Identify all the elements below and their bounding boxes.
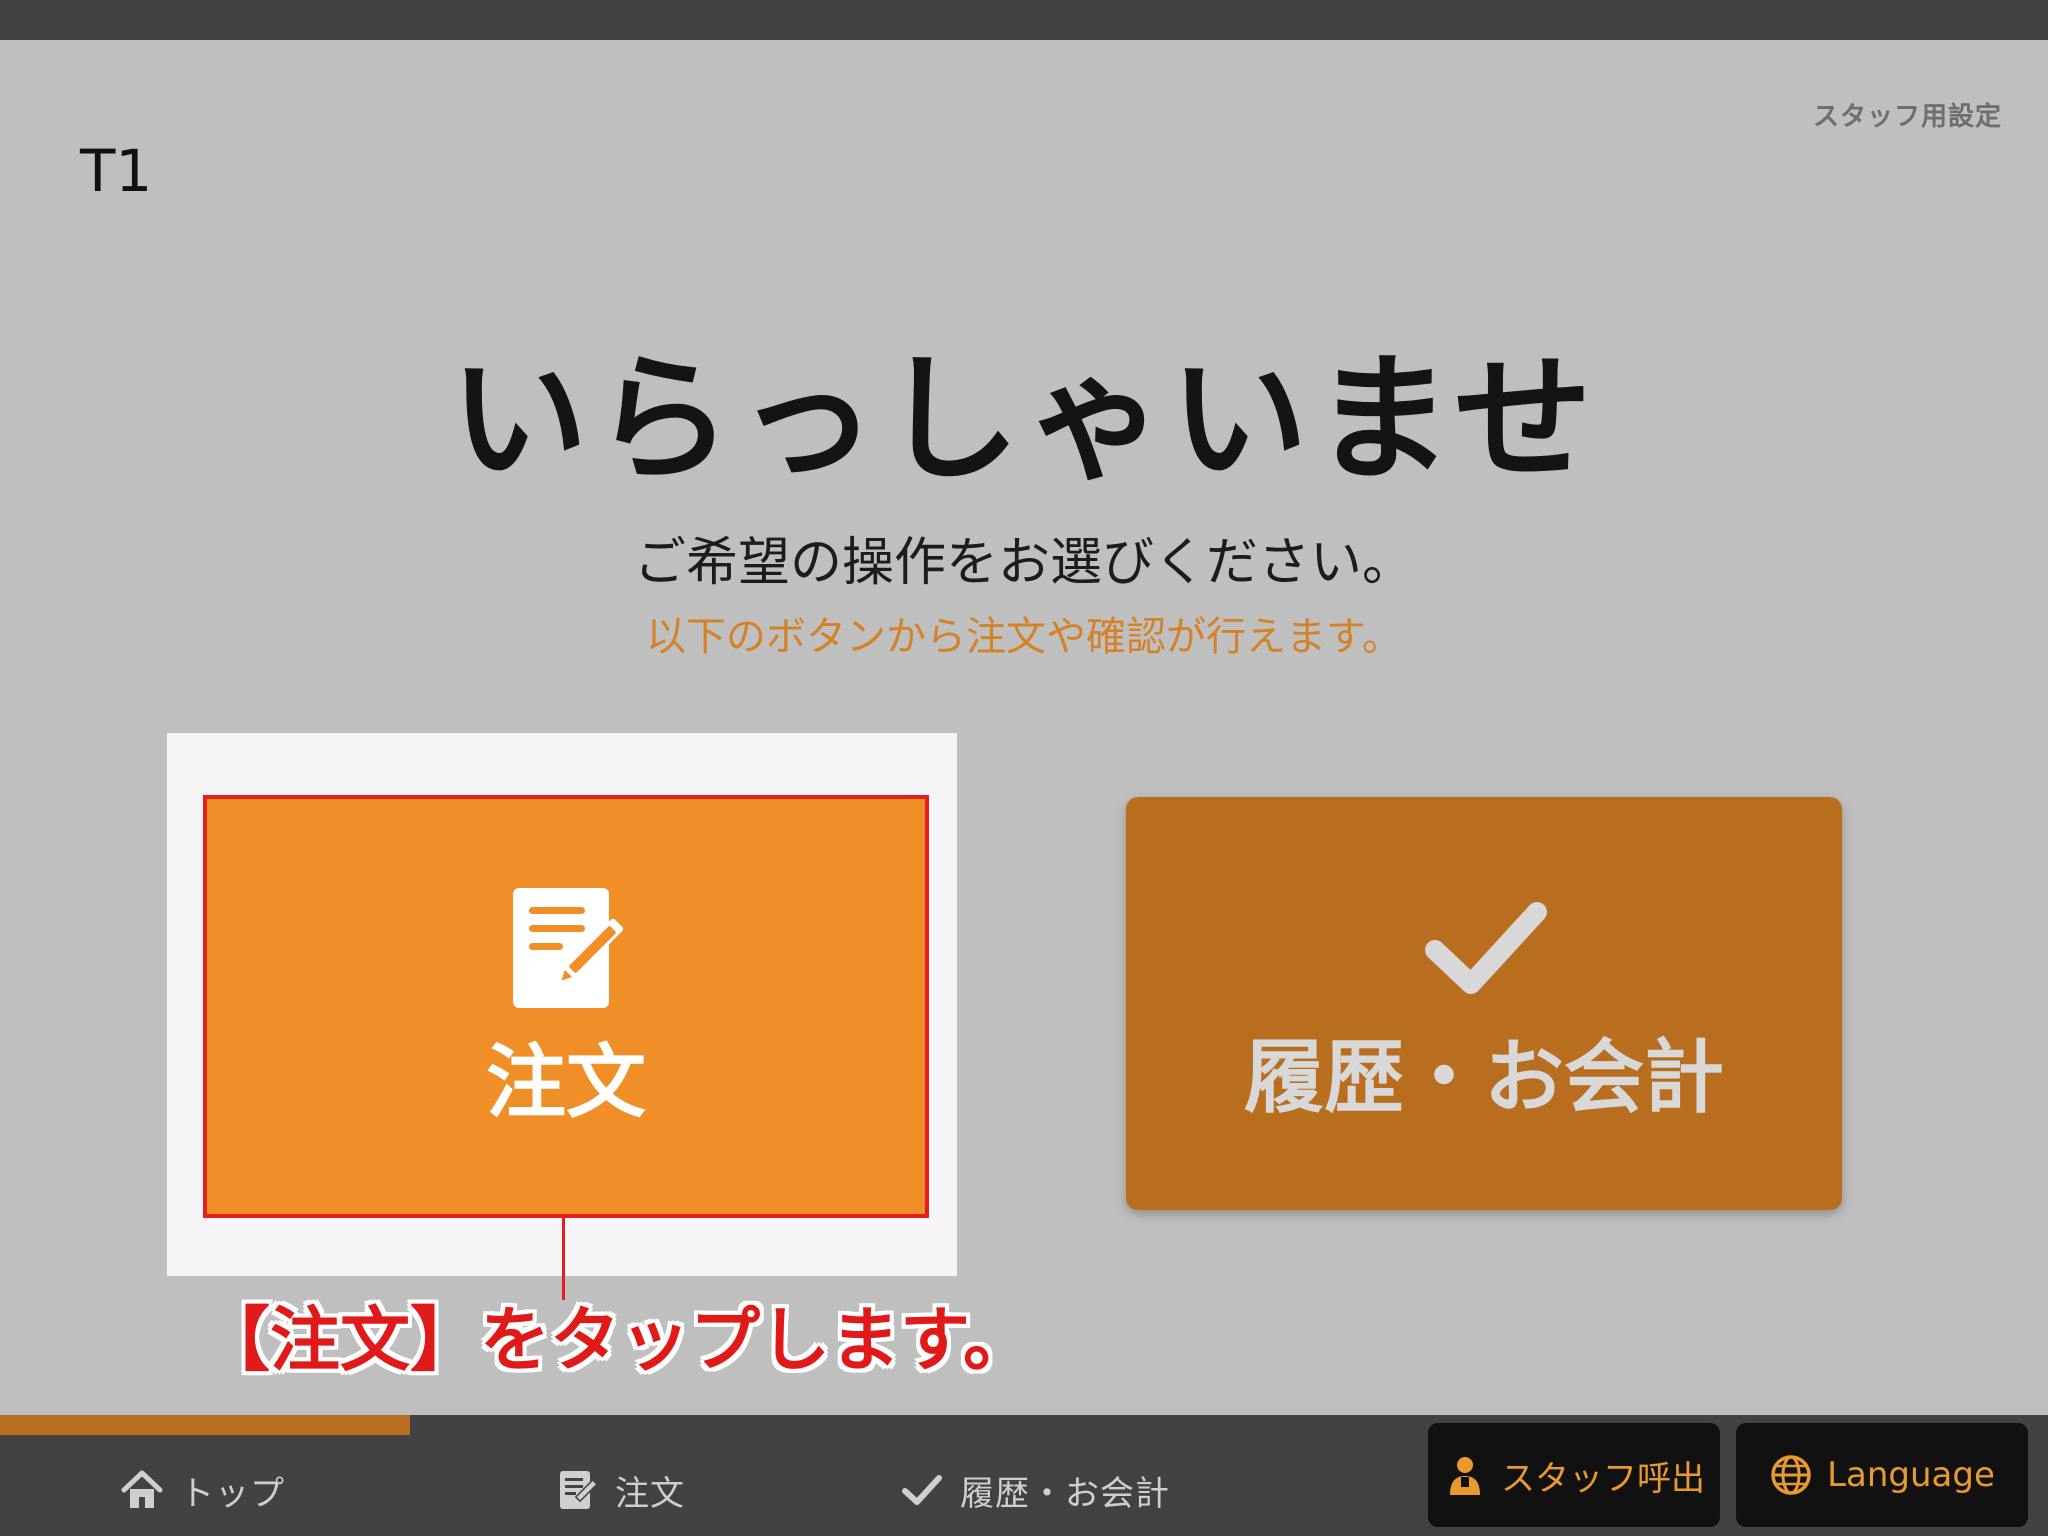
nav-item-order[interactable]: 注文 [555,1455,685,1525]
callout-line [562,1214,565,1300]
nav-item-label: 履歴・お会計 [960,1473,1170,1514]
order-button-label: 注文 [486,1035,646,1129]
welcome-subtitle: ご希望の操作をお選びください。 [633,533,1414,593]
active-tab-indicator [0,1415,410,1435]
order-button[interactable]: 注文 [203,795,929,1218]
nav-item-history-checkout[interactable]: 履歴・お会計 [900,1455,1170,1525]
nav-item-top[interactable]: トップ [120,1455,285,1525]
status-bar [0,0,2048,40]
history-checkout-button[interactable]: 履歴・お会計 [1126,797,1842,1210]
bottom-nav: トップ 注文 履歴・お会計 スタッフ呼出 Language [0,1415,2048,1536]
language-button[interactable]: Language [1736,1423,2028,1527]
welcome-hint: 以下のボタンから注文や確認が行えます。 [646,614,1402,660]
nav-item-label: 注文 [615,1473,685,1514]
nav-item-label: トップ [180,1473,285,1514]
staff-call-label: スタッフ呼出 [1501,1458,1705,1499]
table-number: T1 [80,137,153,205]
staff-person-icon [1450,1457,1480,1495]
language-label: Language [1827,1455,1995,1495]
globe-icon [1771,1455,1811,1495]
staff-call-button[interactable]: スタッフ呼出 [1428,1423,1720,1527]
welcome-title: いらっしゃいませ [450,339,1598,500]
callout-instruction: 【注文】をタップします。 [200,1299,1033,1381]
home-icon [121,1470,163,1508]
check-icon [1425,901,1547,994]
memo-icon [513,887,624,1008]
staff-settings-link[interactable]: スタッフ用設定 [1813,96,2002,133]
check-icon [902,1475,942,1505]
memo-icon [560,1471,599,1509]
history-button-label: 履歴・お会計 [1244,1030,1724,1124]
